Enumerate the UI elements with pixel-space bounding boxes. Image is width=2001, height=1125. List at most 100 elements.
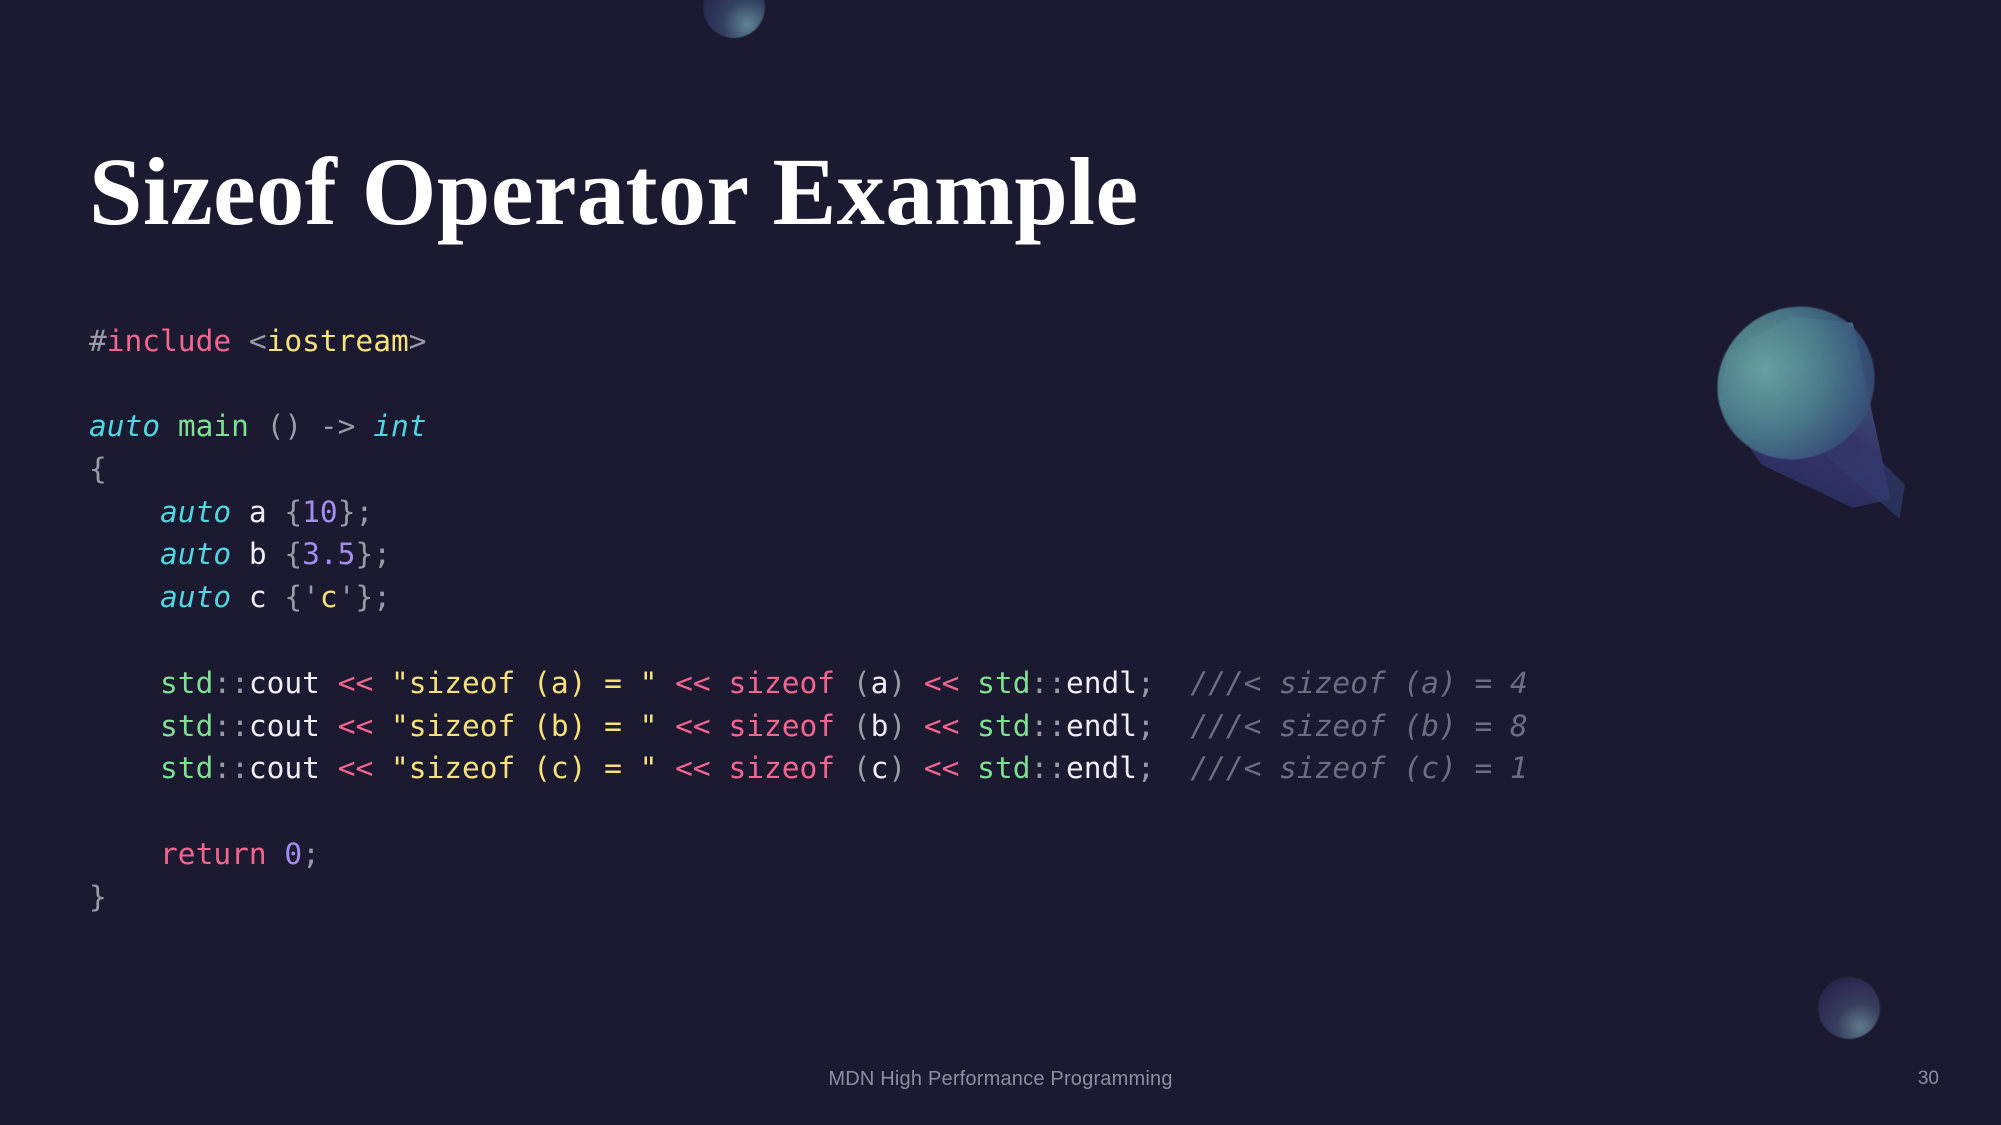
variable-name-c: c: [248, 580, 267, 615]
return-keyword: return: [160, 837, 267, 872]
return-value: 0: [284, 837, 303, 872]
sizeof-keyword: sizeof: [728, 708, 836, 743]
code-line-13: return 0;: [89, 833, 1528, 876]
auto-keyword: auto: [160, 494, 232, 529]
cone-body: [1719, 316, 1891, 508]
namespace-std: std: [160, 708, 214, 743]
code-line-2-blank: [89, 362, 1528, 405]
auto-keyword: auto: [160, 580, 232, 615]
stream-cout: cout: [248, 665, 320, 700]
preprocessor-directive: include: [106, 323, 232, 358]
semicolon: ;: [1137, 665, 1155, 700]
shift-operator: <<: [923, 708, 960, 743]
auto-keyword: auto: [89, 409, 161, 444]
shift-operator: <<: [337, 665, 374, 700]
scope-operator: ::: [1030, 708, 1066, 743]
code-line-14: }: [89, 876, 1528, 919]
sizeof-argument: c: [870, 751, 889, 786]
cone-tip: [1770, 352, 1905, 519]
shift-operator: <<: [337, 751, 374, 786]
page-title: Sizeof Operator Example: [89, 138, 1139, 246]
paren-open: (: [852, 708, 871, 743]
namespace-std: std: [977, 751, 1031, 786]
paren-close: ): [888, 708, 907, 743]
namespace-std: std: [160, 751, 214, 786]
literal-int-10: 10: [302, 494, 338, 529]
semicolon: ;: [1137, 751, 1155, 786]
code-line-11: std::cout << "sizeof (c) = " << sizeof (…: [89, 747, 1528, 790]
namespace-std: std: [977, 708, 1031, 743]
string-literal: "sizeof (b) = ": [390, 708, 658, 743]
scope-operator: ::: [213, 751, 249, 786]
inline-comment: ///< sizeof (b) = 8: [1190, 708, 1528, 743]
scope-operator: ::: [1030, 751, 1066, 786]
char-literal-open: {': [284, 580, 320, 615]
semicolon: ;: [1137, 708, 1155, 743]
semicolon: ;: [302, 837, 320, 872]
slide: Sizeof Operator Example #include <iostre…: [0, 0, 2001, 1125]
code-line-12-blank: [89, 790, 1528, 833]
parameter-parens: (): [266, 409, 303, 444]
stream-cout: cout: [248, 751, 320, 786]
variable-name-a: a: [248, 494, 267, 529]
angle-open: <: [248, 323, 267, 358]
int-type: int: [373, 409, 427, 444]
string-literal: "sizeof (a) = ": [390, 665, 658, 700]
endl-manipulator: endl: [1066, 708, 1138, 743]
shift-operator: <<: [675, 665, 711, 700]
scope-operator: ::: [213, 665, 249, 700]
page-number: 30: [1917, 1068, 1939, 1089]
namespace-std: std: [160, 665, 214, 700]
scope-operator: ::: [213, 708, 249, 743]
shift-operator: <<: [337, 708, 374, 743]
endl-manipulator: endl: [1066, 665, 1138, 700]
brace-close: };: [337, 494, 374, 529]
char-literal-close: '};: [337, 580, 391, 615]
sphere-decoration-bottom: [1818, 977, 1880, 1039]
cone-top-ellipse: [1688, 277, 1904, 489]
include-header: iostream: [266, 323, 409, 358]
namespace-std: std: [977, 665, 1031, 700]
paren-close: ): [888, 665, 907, 700]
code-block: #include <iostream> auto main () -> int {…: [89, 320, 1528, 919]
paren-open: (: [852, 665, 871, 700]
code-line-3: auto main () -> int: [89, 405, 1528, 448]
footer-label: MDN High Performance Programming: [828, 1068, 1173, 1090]
brace-open: {: [284, 494, 303, 529]
inline-comment: ///< sizeof (a) = 4: [1190, 665, 1528, 700]
code-line-1: #include <iostream>: [89, 320, 1528, 363]
shift-operator: <<: [923, 665, 960, 700]
